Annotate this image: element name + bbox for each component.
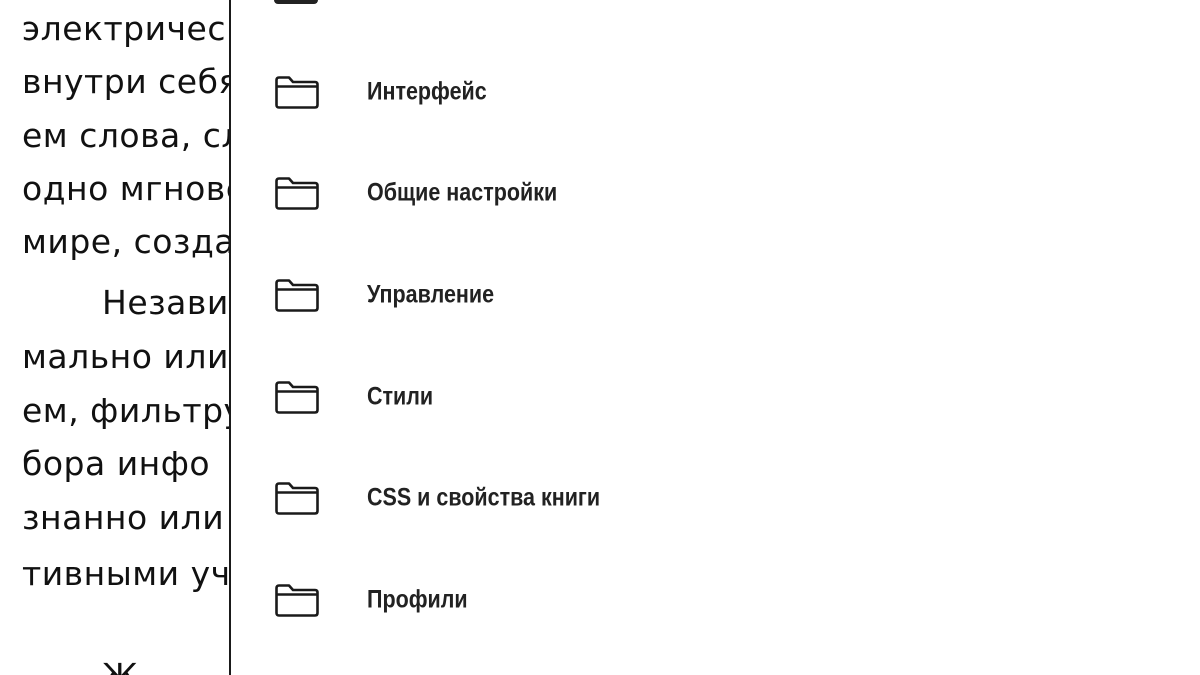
folder-icon [275,177,319,210]
menu-item-label: Профили [367,585,468,614]
folder-icon [275,584,319,617]
book-text-line: знанно или [22,498,225,537]
book-text-line: ем, фильтру [22,391,244,430]
folder-icon [275,76,319,109]
menu-item-css-book-properties[interactable]: CSS и свойства книги [231,450,1200,546]
book-text-line: мально или [22,337,229,376]
menu-item-label: Общие настройки [367,178,558,207]
settings-menu-panel: Интерфейс Общие настройки Управление Сти… [229,0,1200,675]
book-text-line: внутри себя [22,62,239,101]
menu-item-label: Управление [367,280,495,309]
folder-icon [275,279,319,312]
menu-item-label: CSS и свойства книги [367,483,601,512]
folder-icon [275,482,319,515]
menu-item-controls[interactable]: Управление [231,247,1200,343]
menu-item-interface[interactable]: Интерфейс [231,44,1200,140]
menu-item-label: Стили [367,382,434,411]
folder-icon [275,381,319,414]
menu-item-profiles[interactable]: Профили [231,552,1200,648]
menu-item-label: Интерфейс [367,77,487,106]
reader-screen: электрическ внутри себя ем слова, сл одн… [0,0,1200,675]
book-text-line: мире, созда [22,222,235,261]
partial-menu-item-icon[interactable] [274,0,318,4]
menu-item-styles[interactable]: Стили [231,349,1200,445]
menu-item-general-settings[interactable]: Общие настройки [231,145,1200,241]
book-text-line: ем слова, сл [22,116,243,155]
book-text-line: Ж [102,656,138,675]
book-text-line: электрическ [22,9,247,48]
book-text-line: Незави [102,283,229,322]
book-text-line: тивными уча [22,554,252,593]
book-text-line: бора инфо [22,444,211,483]
book-text-line: одно мгнове [22,169,247,208]
